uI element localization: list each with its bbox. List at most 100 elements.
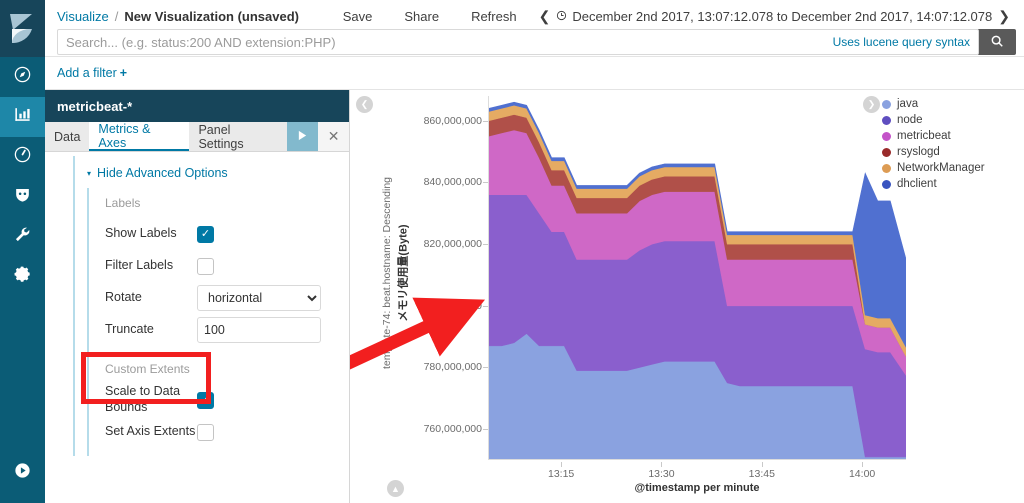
hide-advanced-options-toggle[interactable]: ▾ Hide Advanced Options: [75, 156, 349, 188]
legend-item-node[interactable]: node: [882, 112, 1024, 128]
bar-chart-icon: [13, 105, 32, 129]
rotate-select[interactable]: horizontal: [197, 285, 321, 311]
lucene-syntax-link[interactable]: Uses lucene query syntax: [833, 35, 978, 49]
legend-label: rsyslogd: [897, 146, 940, 158]
show-labels-row: Show Labels ✓: [105, 218, 349, 250]
legend-item-NetworkManager[interactable]: NetworkManager: [882, 160, 1024, 176]
chart-legend: java node metricbeat rsyslogd NetworkManager…: [882, 96, 1024, 192]
y-axis-tick-label: 860,000,000: [423, 114, 482, 127]
plus-icon: +: [119, 66, 128, 80]
play-circle-icon: [13, 461, 32, 485]
y-axis-title-text: メモリ使用量(Byte): [398, 223, 411, 322]
x-axis-tick-label: 13:45: [748, 468, 775, 480]
filter-labels-checkbox[interactable]: [197, 257, 214, 275]
x-axis-tick-label: 13:15: [548, 468, 575, 480]
sidebar-item-discover[interactable]: [0, 57, 45, 97]
legend-item-metricbeat[interactable]: metricbeat: [882, 128, 1024, 144]
x-axis-tick-mark: [561, 462, 563, 467]
set-axis-extents-checkbox[interactable]: [197, 423, 214, 441]
filter-labels-row: Filter Labels: [105, 250, 349, 282]
truncate-label: Truncate: [105, 322, 154, 337]
sidebar-item-management[interactable]: [0, 257, 45, 297]
search-icon: [990, 34, 1004, 51]
tab-panel-settings[interactable]: Panel Settings: [189, 122, 287, 151]
advanced-options-accordion: ▾ Hide Advanced Options Labels Show Labe…: [73, 156, 349, 456]
advanced-options-label: Hide Advanced Options: [97, 166, 228, 180]
global-nav-rail: [0, 0, 45, 503]
y-axis-title: メモリ使用量(Byte): [396, 90, 410, 455]
sidebar-item-timelion[interactable]: [0, 177, 45, 217]
custom-extents-group: Custom Extents Scale to Data Bounds ✓ Se…: [87, 354, 349, 456]
sidebar-item-dashboard[interactable]: [0, 137, 45, 177]
breadcrumb-current: New Visualization (unsaved): [124, 8, 300, 24]
sidebar-item-dev-tools[interactable]: [0, 217, 45, 257]
x-axis-tick-mark: [761, 462, 763, 467]
gear-icon: [13, 265, 32, 289]
legend-item-dhclient[interactable]: dhclient: [882, 176, 1024, 192]
nav-collapse-button[interactable]: [0, 453, 45, 493]
compass-icon: [13, 65, 32, 89]
play-icon: [297, 130, 308, 144]
legend-item-java[interactable]: java: [882, 96, 1024, 112]
stacked-area-plot[interactable]: [488, 96, 906, 460]
tab-metrics-and-axes[interactable]: Metrics & Axes: [89, 122, 190, 151]
clock-icon: [13, 145, 32, 169]
area-series-svg: [489, 101, 906, 459]
sidebar-item-visualize[interactable]: [0, 97, 45, 137]
plot-wrapper: template-74: beat.hostname: Descending メ…: [376, 90, 906, 503]
refresh-button[interactable]: Refresh: [471, 9, 517, 24]
scale-to-data-bounds-checkbox[interactable]: ✓: [197, 391, 214, 409]
legend-label: java: [897, 98, 919, 110]
kibana-app: Visualize / New Visualization (unsaved) …: [0, 0, 1024, 503]
search-button[interactable]: [978, 29, 1016, 55]
legend-label: NetworkManager: [897, 162, 985, 174]
time-prev-button[interactable]: ❮: [539, 8, 551, 25]
editor-tabs: Data Metrics & Axes Panel Settings ✕: [45, 122, 349, 152]
index-pattern-title: metricbeat-*: [45, 90, 349, 122]
caret-down-icon: ▾: [87, 168, 92, 178]
breadcrumb-and-topnav: Visualize / New Visualization (unsaved) …: [45, 0, 1024, 28]
check-icon: ✓: [200, 393, 211, 406]
show-labels-checkbox[interactable]: ✓: [197, 225, 214, 243]
x-axis-ticks: 13:15 13:30 13:45 14:00: [488, 462, 906, 482]
legend-item-rsyslogd[interactable]: rsyslogd: [882, 144, 1024, 160]
show-labels-label: Show Labels: [105, 226, 177, 241]
truncate-input[interactable]: [197, 317, 321, 343]
x-axis-tick-mark: [862, 462, 864, 467]
x-axis-tick-mark: [661, 462, 663, 467]
save-button[interactable]: Save: [343, 9, 373, 24]
breadcrumb-visualize[interactable]: Visualize: [57, 9, 109, 24]
legend-color-dot: [882, 163, 891, 173]
visualization-editor-panel: metricbeat-* Data Metrics & Axes Panel S…: [45, 90, 350, 503]
truncate-row: Truncate: [105, 314, 349, 346]
check-icon: ✓: [200, 227, 211, 240]
legend-color-dot: [882, 131, 891, 141]
y-axis-outer-label-text: template-74: beat.hostname: Descending: [381, 176, 394, 369]
set-axis-extents-label: Set Axis Extents: [105, 424, 196, 439]
wrench-icon: [13, 225, 32, 249]
time-next-button[interactable]: ❯: [998, 8, 1010, 25]
labels-group-title: Labels: [105, 196, 141, 210]
tab-data[interactable]: Data: [45, 122, 89, 151]
share-button[interactable]: Share: [404, 9, 439, 24]
scale-to-data-bounds-label: Scale to Data Bounds: [105, 384, 181, 414]
x-axis-tick-label: 14:00: [848, 468, 876, 480]
y-axis-tick-label: 820,000,000: [423, 238, 482, 251]
editor-body: ▾ Hide Advanced Options Labels Show Labe…: [45, 152, 349, 503]
discard-changes-button[interactable]: ✕: [318, 122, 349, 151]
rotate-label: Rotate: [105, 290, 142, 305]
legend-color-dot: [882, 147, 891, 157]
shield-icon: [13, 185, 32, 209]
time-range-picker[interactable]: December 2nd 2017, 13:07:12.078 to Decem…: [572, 9, 992, 24]
kibana-logo[interactable]: [0, 0, 45, 57]
search-input[interactable]: [58, 30, 833, 54]
filter-labels-label: Filter Labels: [105, 258, 174, 273]
scale-to-data-bounds-row: Scale to Data Bounds ✓: [105, 384, 349, 416]
top-bar: Visualize / New Visualization (unsaved) …: [45, 0, 1024, 57]
add-filter-button[interactable]: Add a filter +: [57, 66, 127, 80]
y-axis-tick-label: 840,000,000: [423, 176, 482, 189]
apply-changes-button[interactable]: [287, 122, 319, 151]
collapse-editor-button[interactable]: ❮: [356, 96, 373, 113]
set-axis-extents-row: Set Axis Extents: [105, 416, 349, 448]
breadcrumb-separator: /: [114, 8, 119, 24]
